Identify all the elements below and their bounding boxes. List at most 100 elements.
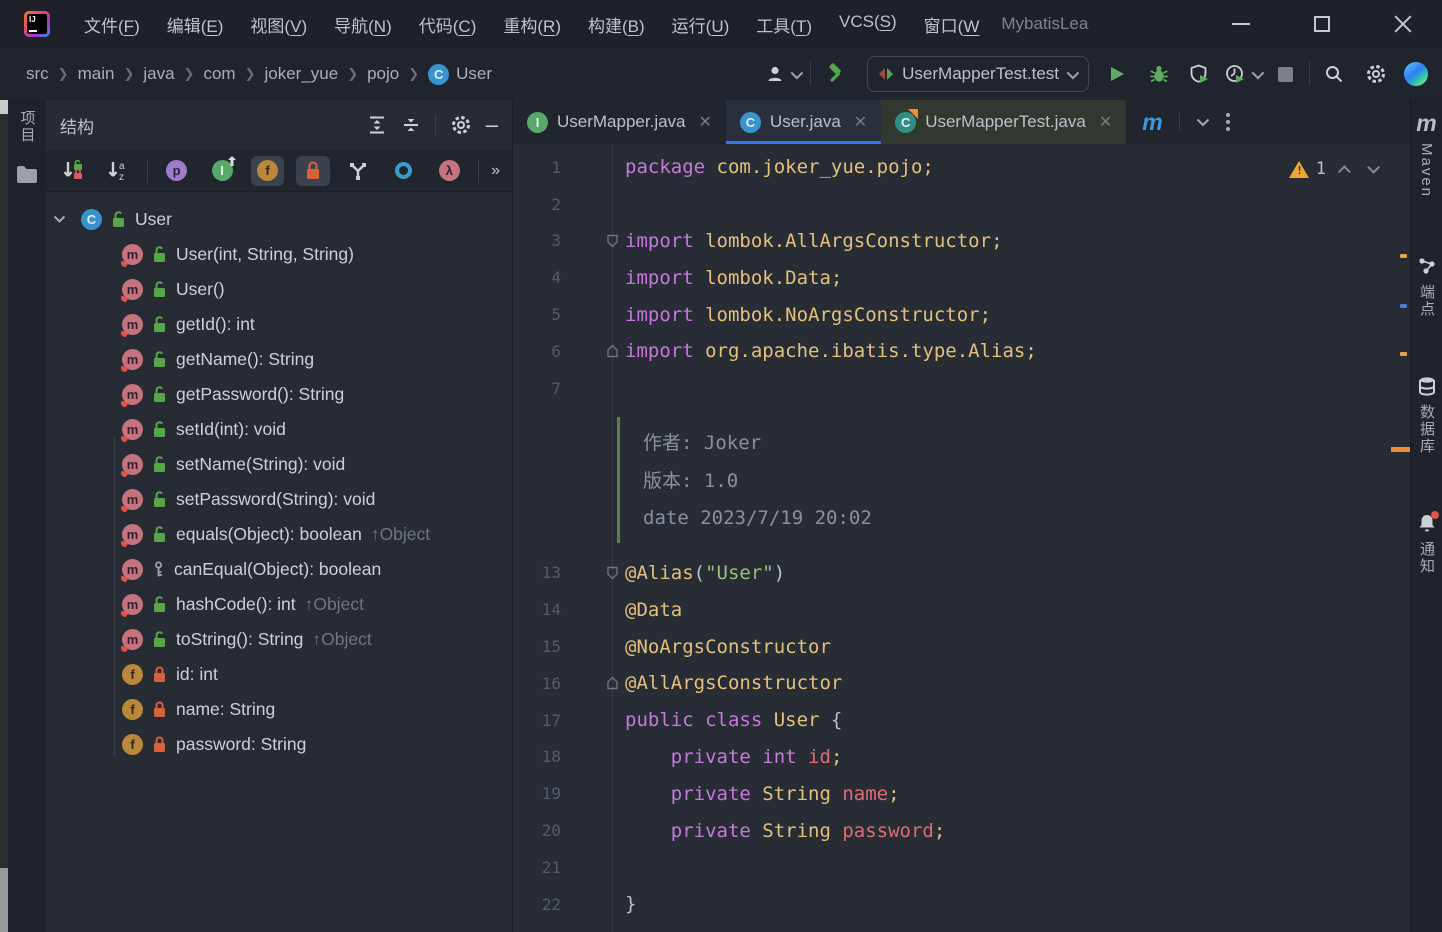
tree-row-nameString[interactable]: fname: String — [46, 692, 512, 727]
tree-row-equals[interactable]: mequals(Object): boolean↑Object — [46, 517, 512, 552]
code-line-2[interactable]: 2 — [513, 186, 1410, 223]
chevron-down-icon[interactable] — [46, 215, 72, 224]
maven-tab-icon[interactable]: m — [1142, 111, 1162, 134]
profiler-button[interactable] — [1225, 59, 1261, 89]
tool-window-button-project[interactable]: 项目 — [17, 110, 38, 149]
code-line-21[interactable]: 21 — [513, 849, 1410, 886]
folder-icon[interactable] — [16, 165, 38, 184]
code-line-4[interactable]: 4import lombok.Data; — [513, 259, 1410, 296]
build-button[interactable] — [821, 59, 849, 89]
show-fields-icon[interactable]: f — [251, 156, 284, 186]
inspections-widget[interactable]: 1 — [1289, 159, 1376, 179]
menu-c[interactable]: 代码(C) — [419, 12, 477, 37]
show-properties-icon[interactable]: p — [160, 156, 193, 186]
breadcrumb-item-joker_yue[interactable]: joker_yue — [264, 64, 338, 84]
tree-row-toString[interactable]: mtoString(): String↑Object — [46, 622, 512, 657]
sort-alphabetically-icon[interactable]: az — [101, 156, 134, 186]
close-tab-icon[interactable]: ✕ — [854, 112, 867, 132]
close-tab-icon[interactable]: ✕ — [1099, 112, 1112, 132]
tree-row-getPassword[interactable]: mgetPassword(): String — [46, 377, 512, 412]
close-button[interactable] — [1394, 15, 1412, 33]
coverage-button[interactable] — [1185, 59, 1213, 89]
breadcrumb-item-src[interactable]: src — [26, 64, 49, 84]
tree-row-setPassword[interactable]: msetPassword(String): void — [46, 482, 512, 517]
expand-all-icon[interactable] — [367, 115, 387, 135]
close-tab-icon[interactable]: ✕ — [699, 112, 712, 132]
breadcrumb-item-main[interactable]: main — [78, 64, 115, 84]
more-options-icon[interactable]: » — [491, 162, 502, 180]
error-stripe-mark[interactable] — [1400, 352, 1407, 356]
code-line-7[interactable]: 7 — [513, 370, 1410, 407]
show-lambdas-icon[interactable]: λ — [433, 156, 466, 186]
tree-row-passwordString[interactable]: fpassword: String — [46, 727, 512, 762]
tree-row-canEqual[interactable]: mcanEqual(Object): boolean — [46, 552, 512, 587]
tree-row-idint[interactable]: fid: int — [46, 657, 512, 692]
code-line-23[interactable]: 23 — [513, 923, 1410, 932]
code-line-6[interactable]: 6import org.apache.ibatis.type.Alias; — [513, 333, 1410, 370]
tool-window-button-maven[interactable]: mMaven — [1416, 112, 1436, 198]
breadcrumb-item-class[interactable]: CUser — [428, 64, 492, 85]
collapse-all-icon[interactable] — [401, 115, 421, 135]
chevron-down-icon[interactable] — [1196, 118, 1210, 127]
menu-f[interactable]: 文件(F) — [84, 12, 140, 37]
hide-panel-icon[interactable]: – — [486, 120, 498, 130]
show-anonymous-classes-icon[interactable] — [387, 156, 420, 186]
previous-problem-icon[interactable] — [1338, 165, 1351, 178]
sort-by-visibility-icon[interactable] — [56, 156, 89, 186]
minimize-button[interactable] — [1232, 15, 1250, 33]
run-configuration-select[interactable]: UserMapperTest.test — [867, 56, 1089, 92]
error-stripe-current-mark[interactable] — [1391, 447, 1410, 452]
menu-r[interactable]: 重构(R) — [503, 12, 561, 37]
stop-button[interactable] — [1271, 59, 1299, 89]
tree-row-User[interactable]: CUser — [46, 202, 512, 237]
code-line-17[interactable]: 17public class User { — [513, 702, 1410, 739]
plugin-logo-button[interactable] — [1402, 59, 1430, 89]
more-options-icon[interactable] — [1226, 113, 1230, 131]
menu-v[interactable]: 视图(V) — [250, 12, 307, 37]
gear-icon[interactable] — [450, 114, 472, 136]
debug-button[interactable] — [1145, 59, 1173, 89]
menu-w[interactable]: 窗口(W — [924, 12, 980, 37]
error-stripe-mark[interactable] — [1400, 254, 1407, 258]
tree-row-getId[interactable]: mgetId(): int — [46, 307, 512, 342]
user-account-button[interactable] — [765, 59, 800, 89]
fold-marker-icon[interactable] — [606, 676, 619, 690]
run-button[interactable] — [1103, 59, 1131, 89]
show-non-public-icon[interactable] — [296, 156, 329, 186]
tab-UserMapper.java[interactable]: IUserMapper.java✕ — [513, 100, 726, 144]
tool-window-button-通知[interactable]: 通知 — [1416, 513, 1437, 575]
code-line-1[interactable]: 1package com.joker_yue.pojo; — [513, 149, 1410, 186]
tree-row-setName[interactable]: msetName(String): void — [46, 447, 512, 482]
code-line-18[interactable]: 18 private int id; — [513, 739, 1410, 776]
show-inherited-icon[interactable]: I — [205, 156, 238, 186]
code-line-22[interactable]: 22} — [513, 886, 1410, 923]
code-line-5[interactable]: 5import lombok.NoArgsConstructor; — [513, 296, 1410, 333]
menu-e[interactable]: 编辑(E) — [167, 12, 224, 37]
menu-b[interactable]: 构建(B) — [588, 12, 645, 37]
tree-row-hashCode[interactable]: mhashCode(): int↑Object — [46, 587, 512, 622]
breadcrumb-item-java[interactable]: java — [143, 64, 174, 84]
tab-User.java[interactable]: CUser.java✕ — [726, 100, 881, 144]
code-line-19[interactable]: 19 private String name; — [513, 775, 1410, 812]
search-everywhere-button[interactable] — [1320, 59, 1348, 89]
settings-button[interactable] — [1362, 59, 1390, 89]
tree-row-User[interactable]: mUser() — [46, 272, 512, 307]
tool-window-button-端点[interactable]: 端点 — [1416, 256, 1437, 318]
code-line-13[interactable]: 13@Alias("User") — [513, 555, 1410, 592]
tree-row-getName[interactable]: mgetName(): String — [46, 342, 512, 377]
fold-marker-icon[interactable] — [606, 234, 619, 248]
code-area[interactable]: 1package com.joker_yue.pojo;23import lom… — [513, 144, 1410, 932]
tree-row-setId[interactable]: msetId(int): void — [46, 412, 512, 447]
code-line-15[interactable]: 15@NoArgsConstructor — [513, 628, 1410, 665]
code-line-20[interactable]: 20 private String password; — [513, 812, 1410, 849]
menu-t[interactable]: 工具(T) — [756, 12, 812, 37]
maximize-button[interactable] — [1313, 15, 1331, 33]
group-methods-icon[interactable] — [342, 156, 375, 186]
fold-marker-icon[interactable] — [606, 566, 619, 580]
error-stripe-mark[interactable] — [1400, 304, 1407, 308]
tool-window-button-数据库[interactable]: 数据库 — [1416, 376, 1437, 455]
code-line-16[interactable]: 16@AllArgsConstructor — [513, 665, 1410, 702]
breadcrumb-item-pojo[interactable]: pojo — [367, 64, 399, 84]
tab-UserMapperTest.java[interactable]: CUserMapperTest.java✕ — [881, 100, 1126, 144]
code-line-3[interactable]: 3import lombok.AllArgsConstructor; — [513, 223, 1410, 260]
